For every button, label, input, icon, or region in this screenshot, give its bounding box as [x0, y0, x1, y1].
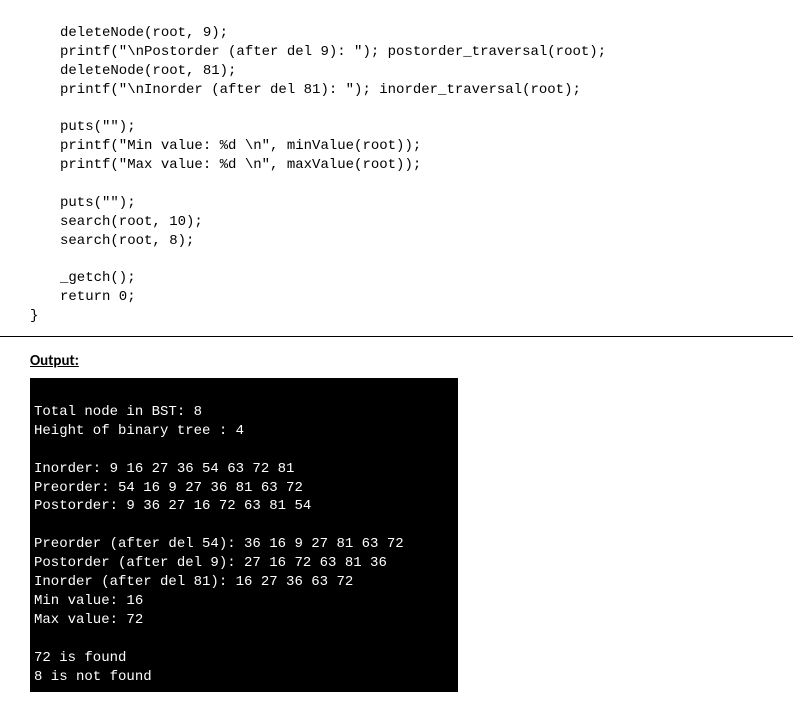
- code-line: puts("");: [60, 119, 136, 135]
- terminal-line: 72 is found: [34, 650, 126, 666]
- terminal-line: Inorder (after del 81): 16 27 36 63 72: [34, 574, 353, 590]
- terminal-line: Postorder: 9 36 27 16 72 63 81 54: [34, 498, 311, 514]
- output-heading: Output:: [30, 352, 763, 370]
- code-line: printf("\nInorder (after del 81): "); in…: [60, 82, 581, 98]
- code-line: deleteNode(root, 81);: [60, 63, 236, 79]
- code-line: deleteNode(root, 9);: [60, 25, 228, 41]
- code-line: return 0;: [60, 289, 136, 305]
- code-line: _getch();: [60, 270, 136, 286]
- terminal-line: Postorder (after del 9): 27 16 72 63 81 …: [34, 555, 387, 571]
- terminal-line: Min value: 16: [34, 593, 143, 609]
- terminal-line: Total node in BST: 8: [34, 404, 202, 420]
- code-line: printf("\nPostorder (after del 9): "); p…: [60, 44, 606, 60]
- terminal-line: 8 is not found: [34, 669, 152, 685]
- code-block: deleteNode(root, 9); printf("\nPostorder…: [0, 0, 793, 336]
- code-line: search(root, 8);: [60, 233, 194, 249]
- terminal-line: Preorder (after del 54): 36 16 9 27 81 6…: [34, 536, 404, 552]
- terminal-line: Preorder: 54 16 9 27 36 81 63 72: [34, 480, 303, 496]
- code-line: printf("Min value: %d \n", minValue(root…: [60, 138, 421, 154]
- code-line: }: [30, 307, 38, 326]
- terminal-line: Height of binary tree : 4: [34, 423, 244, 439]
- code-line: search(root, 10);: [60, 214, 203, 230]
- terminal-line: Max value: 72: [34, 612, 143, 628]
- code-line: puts("");: [60, 195, 136, 211]
- terminal-line: Inorder: 9 16 27 36 54 63 72 81: [34, 461, 294, 477]
- terminal-output: Total node in BST: 8 Height of binary tr…: [30, 378, 458, 692]
- code-line: printf("Max value: %d \n", maxValue(root…: [60, 157, 421, 173]
